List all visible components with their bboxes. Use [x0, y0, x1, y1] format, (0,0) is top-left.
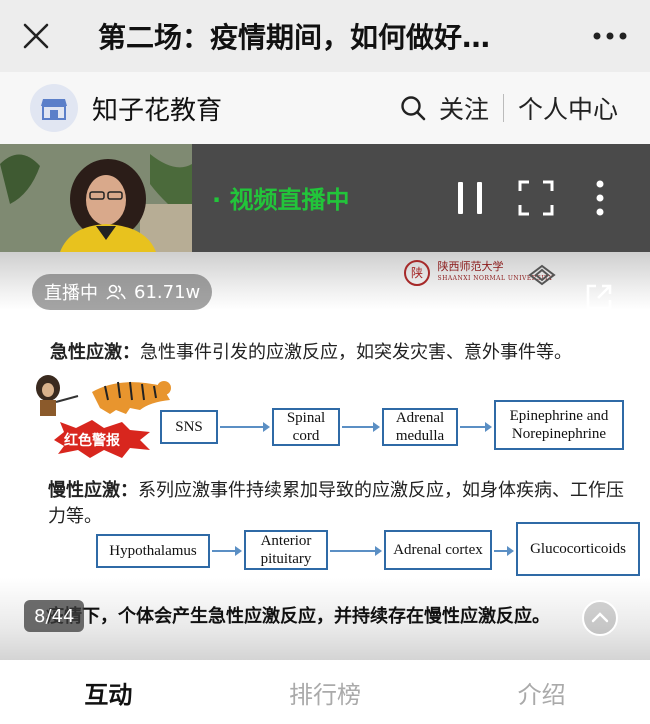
flow-arrow	[212, 546, 242, 556]
department-logo	[528, 264, 556, 288]
close-icon	[23, 23, 49, 49]
flow-box-epinephrine: Epinephrine and Norepinephrine	[494, 400, 624, 450]
fullscreen-icon	[518, 180, 554, 216]
flow-arrow	[220, 422, 270, 432]
flow-box-glucocorticoids: Glucocorticoids	[516, 522, 640, 576]
page-title: 第二场：疫情期间，如何做好…	[98, 21, 491, 54]
live-badge: 直播中 61.71w	[32, 274, 213, 310]
divider	[502, 94, 504, 122]
channel-bar: 知子花教育 关注 个人中心	[0, 72, 650, 144]
tab-leaderboard[interactable]: 排行榜	[217, 660, 434, 724]
user-center-link[interactable]: 个人中心	[518, 90, 618, 126]
acute-stress-text: 急性应激：急性事件引发的应激反应，如突发灾害、意外事件等。	[50, 342, 572, 363]
close-button[interactable]	[0, 0, 72, 72]
bottom-tabs: 互动 排行榜 介绍	[0, 660, 650, 724]
pause-button[interactable]	[452, 178, 488, 218]
more-icon	[593, 32, 627, 40]
presenter-video	[0, 144, 192, 252]
tab-interaction[interactable]: 互动	[0, 660, 217, 724]
camera-thumbnail[interactable]	[0, 144, 192, 252]
flow-box-hypothalamus: Hypothalamus	[96, 534, 210, 568]
flow-box-anterior-pituitary: Anterior pituitary	[244, 530, 328, 570]
search-icon	[401, 96, 426, 121]
flow-arrow	[330, 546, 382, 556]
viewer-count: 61.71w	[134, 281, 201, 303]
chevron-up-icon	[591, 612, 609, 623]
video-more-button[interactable]	[588, 178, 612, 218]
channel-avatar[interactable]	[30, 84, 78, 132]
slide-caption: 疫情下，个体会产生急性应激反应，并持续存在慢性应激反应。	[46, 606, 550, 627]
vertical-more-icon	[596, 180, 604, 216]
live-video-bar: · 视频直播中	[0, 144, 650, 252]
search-button[interactable]	[395, 90, 431, 126]
flow-arrow	[460, 422, 492, 432]
follow-button[interactable]: 关注	[439, 90, 489, 126]
more-menu-button[interactable]	[570, 0, 650, 72]
collapse-button[interactable]	[582, 600, 618, 636]
flow-box-sns: SNS	[160, 410, 218, 444]
share-icon	[586, 284, 612, 310]
page-indicator: 8/44	[24, 600, 85, 632]
flow-arrow	[494, 546, 514, 556]
live-status: · 视频直播中	[212, 186, 350, 214]
red-alert-badge: 红色警报	[52, 420, 152, 458]
flow-arrow	[342, 422, 380, 432]
caveman-tiger-illustration	[36, 375, 171, 416]
share-button[interactable]	[584, 282, 614, 312]
flow-box-spinal-cord: Spinal cord	[272, 408, 340, 446]
viewers-icon	[106, 284, 126, 300]
fullscreen-button[interactable]	[518, 180, 554, 216]
flow-box-adrenal-cortex: Adrenal cortex	[384, 530, 492, 570]
channel-name[interactable]: 知子花教育	[92, 90, 395, 127]
tab-introduction[interactable]: 介绍	[433, 660, 650, 724]
title-bar: 第二场：疫情期间，如何做好…	[0, 0, 650, 72]
pause-icon	[458, 182, 482, 214]
flow-box-adrenal-medulla: Adrenal medulla	[382, 408, 458, 446]
store-icon	[41, 99, 67, 120]
slide-view[interactable]: 陕 陕西师范大学 SHAANXI NORMAL UNIVERSITY 直播中 61…	[0, 252, 650, 660]
